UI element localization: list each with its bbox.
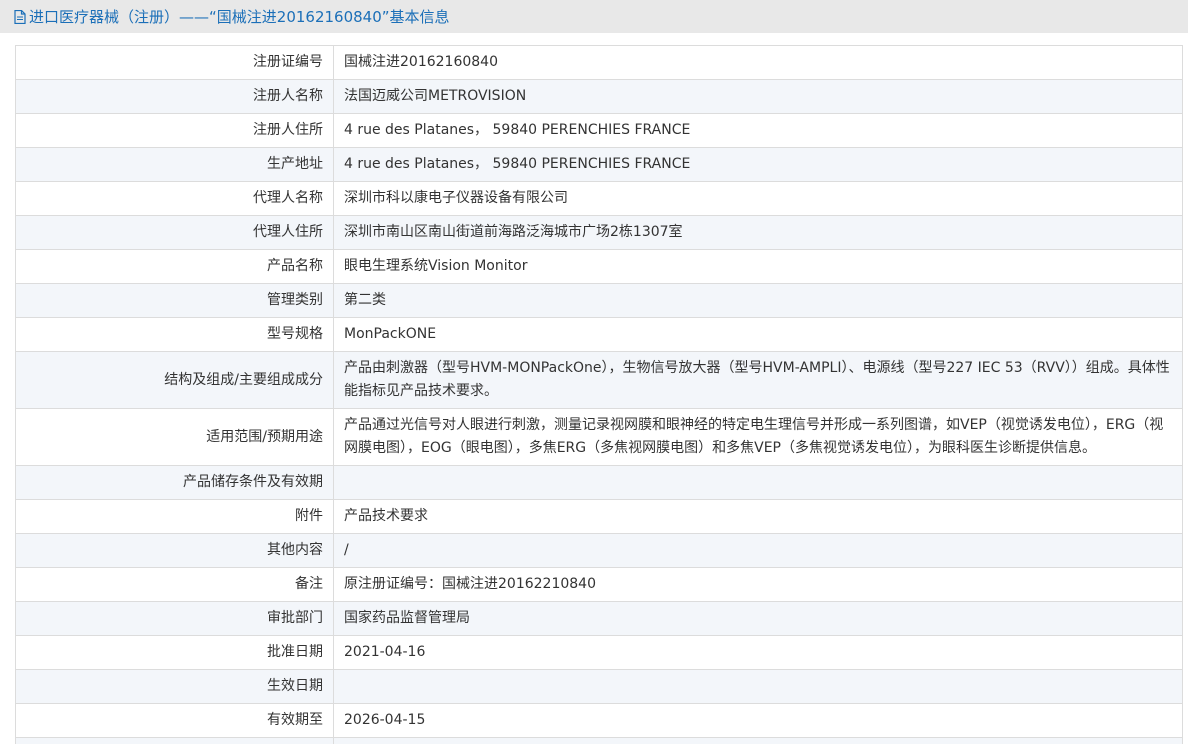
row-value (333, 669, 1183, 704)
row-value: 第二类 (333, 283, 1183, 318)
row-value: 4 rue des Platanes， 59840 PERENCHIES FRA… (333, 113, 1183, 148)
table-row: 有效期至 2026-04-15 (15, 703, 1183, 738)
page: 进口医疗器械（注册）——“国械注进20162160840”基本信息 注册证编号 … (0, 0, 1188, 744)
row-value: 深圳市科以康电子仪器设备有限公司 (333, 181, 1183, 216)
row-label: 型号规格 (15, 317, 334, 352)
row-value: 2021-04-16 (333, 635, 1183, 670)
table-row: 其他内容 / (15, 533, 1183, 568)
table-row: 备注 原注册证编号：国械注进20162210840 (15, 567, 1183, 602)
table-row: 生效日期 (15, 669, 1183, 704)
row-label: 附件 (15, 499, 334, 534)
row-value: 眼电生理系统Vision Monitor (333, 249, 1183, 284)
row-value: 产品技术要求 (333, 499, 1183, 534)
row-value: 法国迈威公司METROVISION (333, 79, 1183, 114)
row-label: 管理类别 (15, 283, 334, 318)
row-value (333, 737, 1183, 744)
row-label: 注册人住所 (15, 113, 334, 148)
table-row: 生产地址 4 rue des Platanes， 59840 PERENCHIE… (15, 147, 1183, 182)
table-row: 适用范围/预期用途 产品通过光信号对人眼进行刺激，测量记录视网膜和眼神经的特定电… (15, 408, 1183, 466)
row-value: 4 rue des Platanes， 59840 PERENCHIES FRA… (333, 147, 1183, 182)
table-row: 批准日期 2021-04-16 (15, 635, 1183, 670)
table-row: 产品储存条件及有效期 (15, 465, 1183, 500)
table-row: 型号规格 MonPackONE (15, 317, 1183, 352)
table-row: 管理类别 第二类 (15, 283, 1183, 318)
row-label: 产品名称 (15, 249, 334, 284)
table-row: 结构及组成/主要组成成分 产品由刺激器（型号HVM-MONPackOne），生物… (15, 351, 1183, 409)
page-title: 进口医疗器械（注册）——“国械注进20162160840”基本信息 (29, 8, 450, 26)
row-value: 国家药品监督管理局 (333, 601, 1183, 636)
row-label: 生效日期 (15, 669, 334, 704)
row-label: 结构及组成/主要组成成分 (15, 351, 334, 409)
table-row: 审批部门 国家药品监督管理局 (15, 601, 1183, 636)
table-row (15, 737, 1183, 744)
row-label: 产品储存条件及有效期 (15, 465, 334, 500)
row-value: 产品通过光信号对人眼进行刺激，测量记录视网膜和眼神经的特定电生理信号并形成一系列… (333, 408, 1183, 466)
row-label: 注册人名称 (15, 79, 334, 114)
table-row: 注册人住所 4 rue des Platanes， 59840 PERENCHI… (15, 113, 1183, 148)
row-value: 产品由刺激器（型号HVM-MONPackOne），生物信号放大器（型号HVM-A… (333, 351, 1183, 409)
row-value: / (333, 533, 1183, 568)
row-value: 国械注进20162160840 (333, 45, 1183, 80)
row-label: 批准日期 (15, 635, 334, 670)
row-label: 审批部门 (15, 601, 334, 636)
row-label (15, 737, 334, 744)
row-label: 有效期至 (15, 703, 334, 738)
row-label: 备注 (15, 567, 334, 602)
document-icon (14, 9, 26, 24)
row-label: 生产地址 (15, 147, 334, 182)
row-label: 注册证编号 (15, 45, 334, 80)
row-value: 2026-04-15 (333, 703, 1183, 738)
row-label: 适用范围/预期用途 (15, 408, 334, 466)
table-row: 代理人住所 深圳市南山区南山街道前海路泛海城市广场2栋1307室 (15, 215, 1183, 250)
table-row: 注册人名称 法国迈威公司METROVISION (15, 79, 1183, 114)
table-row: 代理人名称 深圳市科以康电子仪器设备有限公司 (15, 181, 1183, 216)
detail-table-wrap: 注册证编号 国械注进20162160840 注册人名称 法国迈威公司METROV… (15, 45, 1183, 744)
row-value: MonPackONE (333, 317, 1183, 352)
detail-table: 注册证编号 国械注进20162160840 注册人名称 法国迈威公司METROV… (15, 45, 1183, 744)
table-row: 注册证编号 国械注进20162160840 (15, 45, 1183, 80)
row-label: 其他内容 (15, 533, 334, 568)
row-value (333, 465, 1183, 500)
row-label: 代理人住所 (15, 215, 334, 250)
row-value: 原注册证编号：国械注进20162210840 (333, 567, 1183, 602)
row-label: 代理人名称 (15, 181, 334, 216)
table-row: 附件 产品技术要求 (15, 499, 1183, 534)
page-header: 进口医疗器械（注册）——“国械注进20162160840”基本信息 (0, 0, 1188, 33)
table-row: 产品名称 眼电生理系统Vision Monitor (15, 249, 1183, 284)
row-value: 深圳市南山区南山街道前海路泛海城市广场2栋1307室 (333, 215, 1183, 250)
